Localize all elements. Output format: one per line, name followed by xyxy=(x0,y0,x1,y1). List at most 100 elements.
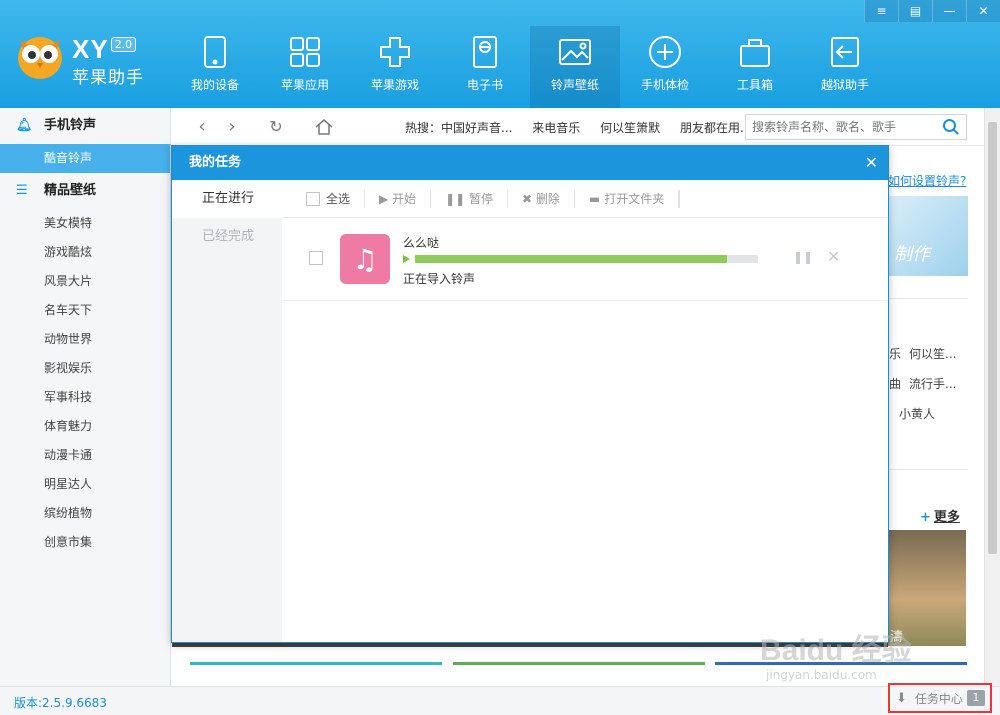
task-tabs: 正在进行 已经完成 xyxy=(172,180,282,642)
list-icon: ☰ xyxy=(16,183,28,198)
category-bar xyxy=(453,662,705,665)
hot-list-item[interactable]: 小黄人 xyxy=(899,405,935,422)
tablet-icon xyxy=(204,36,226,68)
sidebar-item[interactable]: 缤纷植物 xyxy=(0,499,170,528)
feedback-icon[interactable]: ≡ xyxy=(864,0,898,22)
play-icon xyxy=(403,255,410,263)
tab-in-progress[interactable]: 正在进行 xyxy=(172,180,282,218)
hot-list-item[interactable]: 乐 xyxy=(889,345,901,362)
hot-list-item[interactable]: 流行手... xyxy=(909,375,956,392)
task-checkbox[interactable] xyxy=(309,251,323,265)
nav-label: 电子书 xyxy=(466,78,503,92)
nav-apple-games[interactable]: 苹果游戏 xyxy=(350,26,440,108)
app-header: XY2.0 苹果助手 我的设备 苹果应用 苹果游戏 电子书 铃声壁纸 手机体检 xyxy=(0,0,1000,108)
task-progress-fill xyxy=(415,255,728,263)
delete-button[interactable]: ✖ 删除 xyxy=(508,189,575,208)
nav-toolbox[interactable]: 工具箱 xyxy=(710,26,800,108)
plus-icon: + xyxy=(920,510,931,525)
download-icon: ⬇ xyxy=(896,690,907,706)
more-label: 更多 xyxy=(933,510,960,525)
nav-apple-apps[interactable]: 苹果应用 xyxy=(260,26,350,108)
task-center-button[interactable]: ⬇ 任务中心 1 xyxy=(888,683,992,713)
sidebar-item[interactable]: 创意市集 xyxy=(0,528,170,557)
toolbar-divider xyxy=(679,189,681,208)
brand-name: 苹果助手 xyxy=(72,68,144,88)
dialog-title: 我的任务 xyxy=(189,155,242,170)
scrollbar[interactable] xyxy=(984,108,1000,686)
folder-icon: ▬ xyxy=(588,191,601,206)
gamepad-icon xyxy=(380,37,410,67)
sidebar-item[interactable]: 游戏酷炫 xyxy=(0,238,170,267)
task-pause-icon[interactable]: ❚❚ xyxy=(793,250,813,264)
task-row[interactable]: ♫ 么么哒 正在导入铃声 ❚❚ ✕ xyxy=(282,218,888,301)
open-folder-button[interactable]: ▬ 打开文件夹 xyxy=(575,189,680,208)
hot-list-item[interactable]: 曲 xyxy=(889,375,901,392)
task-delete-icon[interactable]: ✕ xyxy=(827,247,840,266)
open-folder-label: 打开文件夹 xyxy=(604,192,665,206)
nav-label: 苹果游戏 xyxy=(370,78,419,92)
pause-button[interactable]: ❚❚ 暂停 xyxy=(431,189,508,208)
brand: XY 2.0 苹果助手 xyxy=(72,34,144,88)
search-icon[interactable] xyxy=(942,118,960,136)
checkbox[interactable] xyxy=(306,191,320,206)
hot-prefix[interactable]: 热搜：中国好声音... xyxy=(405,121,512,135)
select-all-checkbox[interactable]: 全选 xyxy=(306,189,366,208)
hot-item[interactable]: 朋友都在用... xyxy=(680,121,751,135)
plus-circle-icon xyxy=(649,36,681,68)
sidebar-item[interactable]: 美女模特 xyxy=(0,209,170,238)
sidebar-item[interactable]: 军事科技 xyxy=(0,383,170,412)
sidebar-item[interactable]: 明星达人 xyxy=(0,470,170,499)
version-badge: 2.0 xyxy=(110,37,137,52)
close-icon[interactable]: ✕ xyxy=(966,0,1000,22)
hot-list-item[interactable]: 何以笙... xyxy=(909,345,956,362)
category-bar xyxy=(190,662,442,665)
nav-label: 苹果应用 xyxy=(280,78,329,92)
apps-grid-icon xyxy=(290,37,320,67)
nav-label: 越狱助手 xyxy=(820,78,869,92)
picture-music-icon xyxy=(559,39,591,65)
dialog-titlebar: 我的任务 ✕ xyxy=(172,146,888,180)
ebook-icon xyxy=(473,36,497,68)
sidebar-item[interactable]: 风景大片 xyxy=(0,267,170,296)
nav-phone-check[interactable]: 手机体检 xyxy=(620,26,710,108)
start-button[interactable]: ▶ 开始 xyxy=(365,189,432,208)
sidebar-item[interactable]: 影视娱乐 xyxy=(0,354,170,383)
banner-image[interactable]: 制作 xyxy=(888,196,968,276)
nav-ebook[interactable]: 电子书 xyxy=(440,26,530,108)
forward-icon[interactable]: › xyxy=(222,117,242,137)
menu-icon[interactable]: ▤ xyxy=(898,0,932,22)
tab-completed[interactable]: 已经完成 xyxy=(172,218,282,256)
dialog-close-icon[interactable]: ✕ xyxy=(865,146,878,180)
task-panel: 全选 ▶ 开始 ❚❚ 暂停 ✖ 删除 ▬ 打开文件夹 ♫ 么么哒 正在导入铃声 ❚… xyxy=(282,180,888,642)
home-icon[interactable] xyxy=(314,117,334,137)
back-icon[interactable]: ‹ xyxy=(192,117,212,137)
toolbox-icon xyxy=(740,39,770,67)
hot-item[interactable]: 来电音乐 xyxy=(532,121,580,135)
nav-jailbreak[interactable]: 越狱助手 xyxy=(800,26,890,108)
sidebar-item-kuyin[interactable]: 酷音铃声 xyxy=(0,144,170,173)
nav-label: 铃声壁纸 xyxy=(550,78,599,92)
more-link[interactable]: + 更多 xyxy=(920,506,960,525)
sidebar-section-wallpapers[interactable]: ☰ 精品壁纸 xyxy=(0,173,170,209)
sidebar-item[interactable]: 动物世界 xyxy=(0,325,170,354)
search-box xyxy=(745,114,967,140)
task-center-label: 任务中心 xyxy=(914,691,963,706)
howto-link[interactable]: 如何设置铃声? xyxy=(888,172,966,189)
task-dialog: 我的任务 ✕ 正在进行 已经完成 全选 ▶ 开始 ❚❚ 暂停 ✖ 删除 ▬ 打开文… xyxy=(171,145,889,643)
nav-label: 手机体检 xyxy=(640,78,689,92)
hot-item[interactable]: 何以笙箫默 xyxy=(600,121,660,135)
task-actions: 全选 ▶ 开始 ❚❚ 暂停 ✖ 删除 ▬ 打开文件夹 xyxy=(282,180,888,218)
version-label: 版本:2.5.9.6683 xyxy=(14,696,107,710)
nav-ringtone-wallpaper[interactable]: 铃声壁纸 xyxy=(530,26,620,108)
refresh-icon[interactable]: ↻ xyxy=(266,117,286,137)
scrollbar-thumb[interactable] xyxy=(988,122,997,554)
nav-my-device[interactable]: 我的设备 xyxy=(170,26,260,108)
minimize-icon[interactable]: — xyxy=(932,0,966,22)
search-input[interactable] xyxy=(746,115,936,139)
nav-label: 我的设备 xyxy=(190,78,239,92)
sidebar-item[interactable]: 名车天下 xyxy=(0,296,170,325)
sidebar-item[interactable]: 体育魅力 xyxy=(0,412,170,441)
brand-xy: XY xyxy=(72,34,109,64)
sidebar-item[interactable]: 动漫卡通 xyxy=(0,441,170,470)
sidebar-section-ringtones[interactable]: 🔔︎ 手机铃声 xyxy=(0,108,170,144)
